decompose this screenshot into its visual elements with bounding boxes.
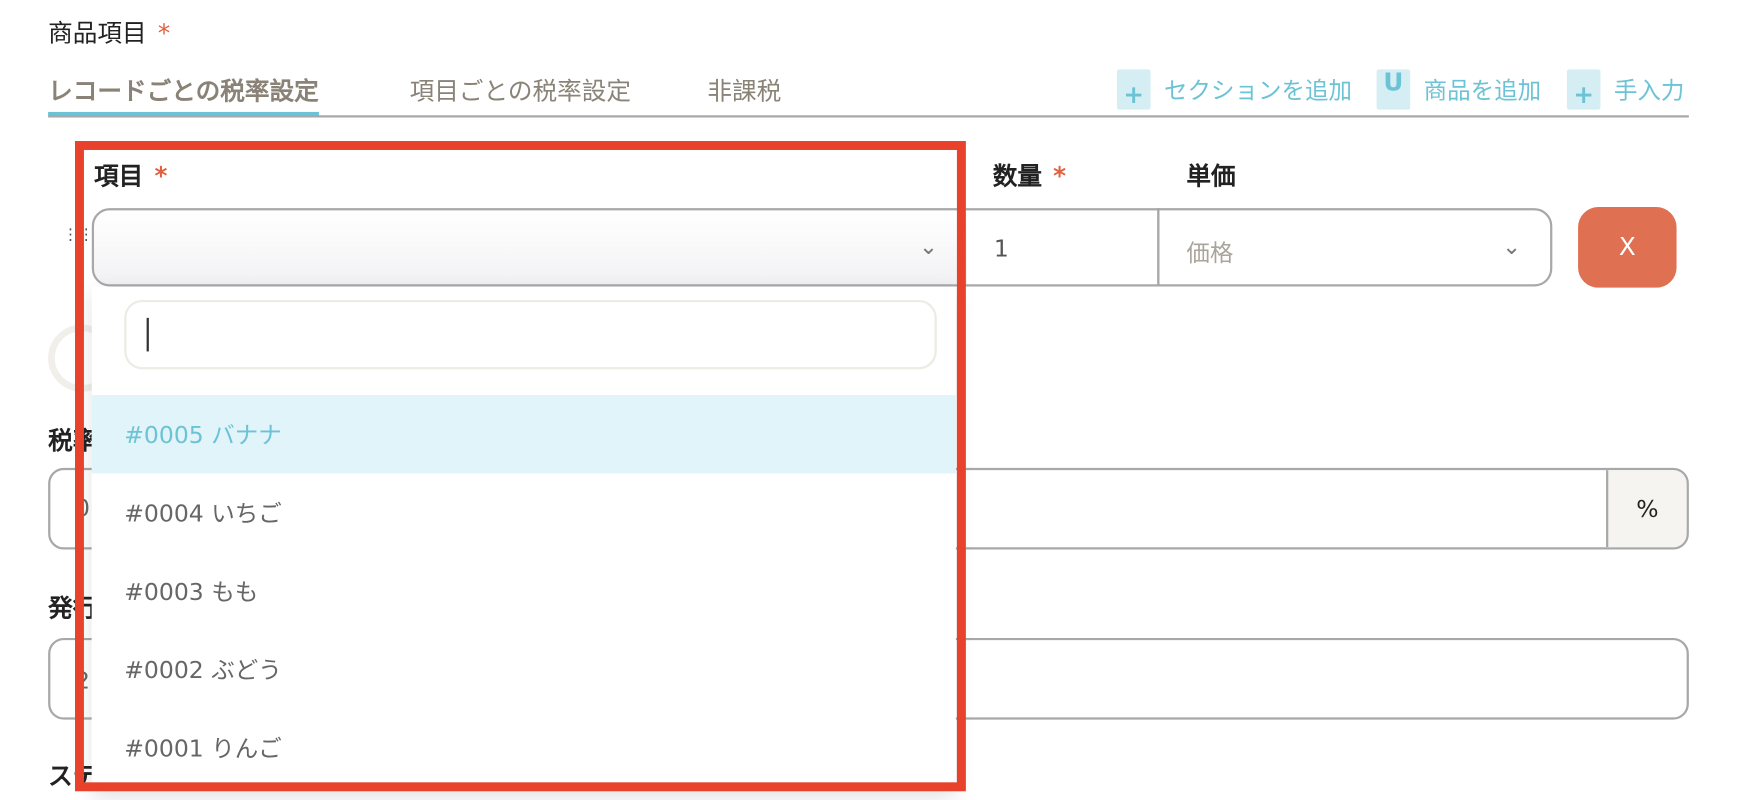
- chevron-down-icon: ⌄: [1502, 232, 1521, 260]
- add-product-button[interactable]: U 商品を追加: [1376, 69, 1542, 110]
- unit-price-column-label: 単価: [1186, 163, 1236, 192]
- quantity-label-text: 数量: [992, 163, 1042, 192]
- add-product-label: 商品を追加: [1423, 77, 1542, 105]
- magnet-icon: U: [1376, 69, 1411, 110]
- section-title: 商品項目 *: [48, 13, 170, 49]
- plus-doc-icon: +: [1566, 69, 1601, 110]
- delete-row-button[interactable]: X: [1578, 207, 1677, 288]
- required-mark: *: [1053, 163, 1067, 192]
- tab-tax-exempt[interactable]: 非課税: [707, 72, 781, 108]
- add-section-label: セクションを追加: [1163, 77, 1352, 105]
- tab-divider: [48, 115, 1689, 118]
- required-mark: *: [157, 20, 171, 49]
- price-select[interactable]: 価格 ⌄: [1157, 208, 1553, 287]
- add-section-button[interactable]: + セクションを追加: [1116, 69, 1352, 110]
- percent-addon: %: [1606, 470, 1687, 548]
- quantity-column-label: 数量 *: [993, 157, 1066, 193]
- quantity-input[interactable]: 1: [966, 208, 1160, 287]
- manual-input-label: 手入力: [1613, 77, 1685, 105]
- price-placeholder: 価格: [1186, 239, 1234, 267]
- manual-input-button[interactable]: + 手入力: [1566, 69, 1685, 110]
- tab-item-tax[interactable]: 項目ごとの税率設定: [410, 72, 631, 108]
- quantity-value: 1: [993, 235, 1009, 262]
- section-title-text: 商品項目: [48, 20, 147, 49]
- highlight-annotation-box: [74, 141, 966, 792]
- plus-doc-icon: +: [1116, 69, 1151, 110]
- tab-record-tax[interactable]: レコードごとの税率設定: [48, 72, 319, 117]
